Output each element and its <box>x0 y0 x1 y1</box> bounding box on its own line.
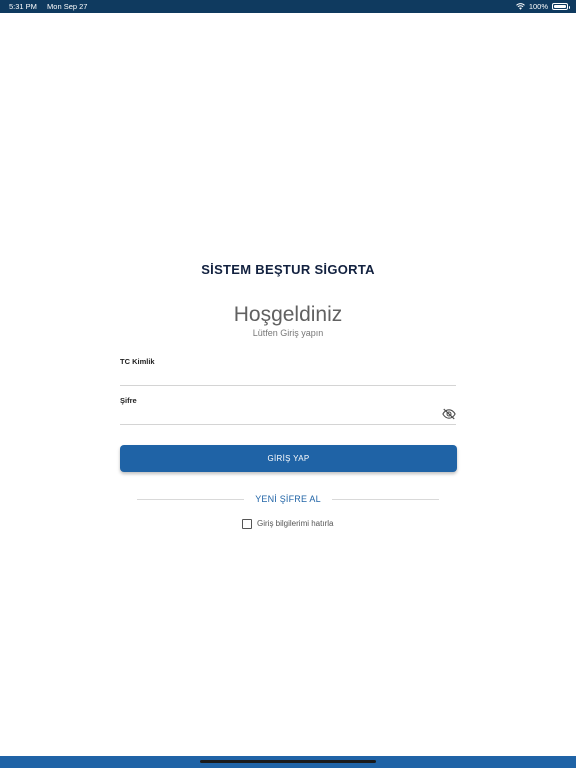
tc-kimlik-input[interactable] <box>120 370 456 386</box>
status-right: 100% <box>515 0 570 13</box>
eye-off-icon[interactable] <box>442 408 456 420</box>
battery-percent: 100% <box>528 2 548 11</box>
home-indicator[interactable] <box>200 760 376 763</box>
wifi-icon <box>515 3 525 10</box>
status-left: 5:31 PM Mon Sep 27 <box>9 0 95 13</box>
remember-me-label: Giriş bilgilerimi hatırla <box>257 519 334 528</box>
status-date: Mon Sep 27 <box>47 2 88 11</box>
new-password-link[interactable]: YENİ ŞİFRE AL <box>248 494 328 504</box>
login-button[interactable]: GİRİŞ YAP <box>120 445 457 472</box>
status-time: 5:31 PM <box>9 2 37 11</box>
welcome-title: Hoşgeldiniz <box>233 303 343 326</box>
password-label: Şifre <box>120 396 137 405</box>
company-logo: SİSTEM BEŞTUR SİGORTA <box>201 262 375 277</box>
status-bar: 5:31 PM Mon Sep 27 100% <box>0 0 576 13</box>
welcome-subtitle: Lütfen Giriş yapın <box>252 328 324 338</box>
tc-kimlik-label: TC Kimlik <box>120 357 155 366</box>
login-screen: 5:31 PM Mon Sep 27 100% SİSTEM BEŞTUR Sİ… <box>0 0 576 768</box>
remember-me-checkbox[interactable] <box>242 518 252 529</box>
divider-left <box>137 499 244 500</box>
divider-right <box>332 499 439 500</box>
password-input[interactable] <box>120 409 456 425</box>
remember-me-row[interactable]: Giriş bilgilerimi hatırla <box>242 518 333 529</box>
battery-icon <box>552 3 570 10</box>
